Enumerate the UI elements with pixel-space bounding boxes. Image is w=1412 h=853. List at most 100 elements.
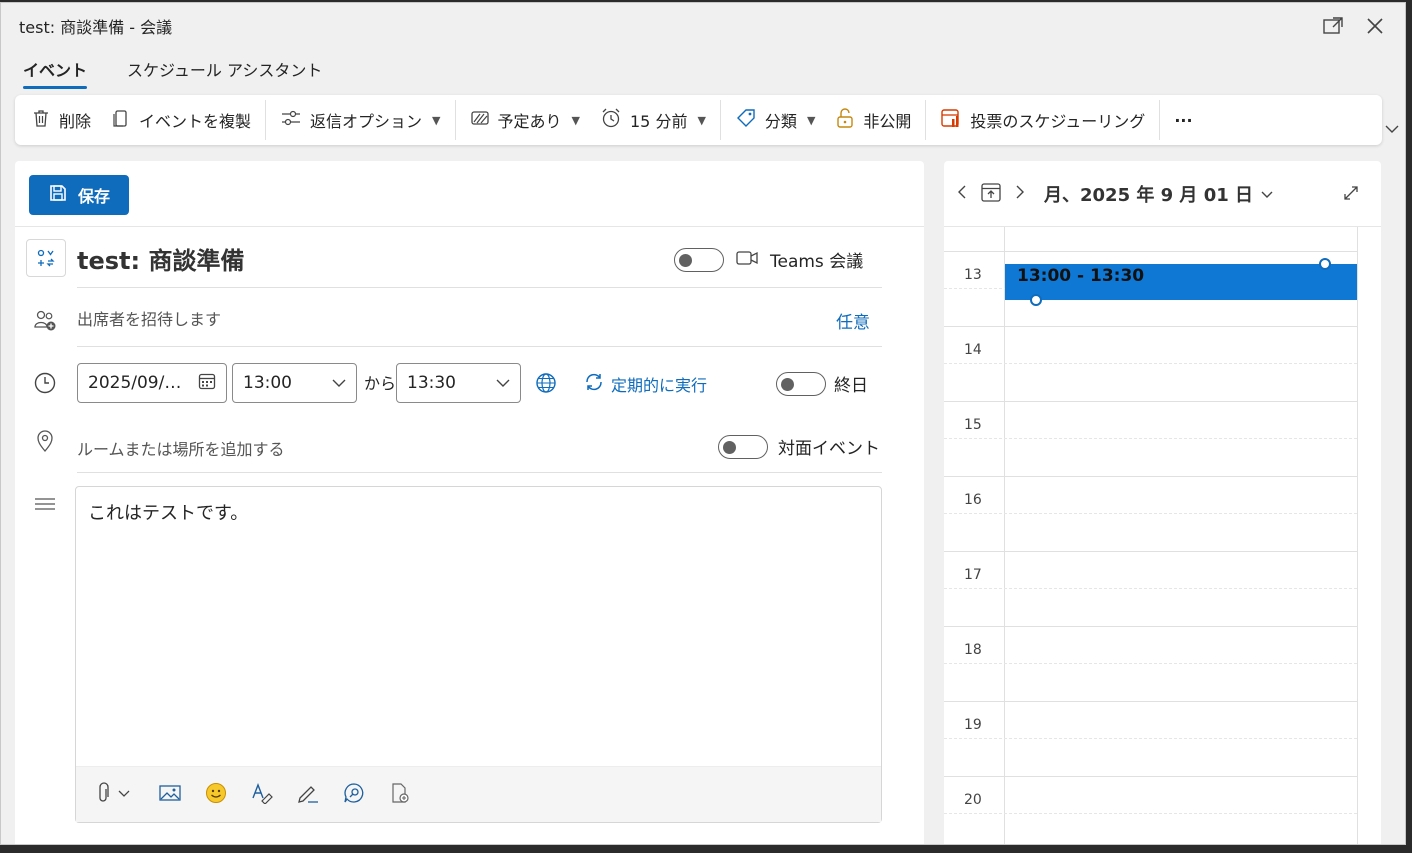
time-zone-globe-icon[interactable]	[535, 372, 557, 398]
tab-event[interactable]: イベント	[23, 57, 88, 89]
window-title: test: 商談準備 - 会議	[19, 18, 173, 37]
event-resize-handle-bottom[interactable]	[1030, 294, 1042, 306]
hour-line	[944, 776, 1357, 777]
reminder-dropdown[interactable]: 15 分前 ▼	[590, 102, 716, 138]
title-bar: test: 商談準備 - 会議	[1, 3, 1405, 49]
pen-signature-icon	[296, 782, 320, 808]
chevron-down-icon: ▼	[571, 113, 580, 127]
format-text-button[interactable]	[250, 782, 274, 807]
attendees-input[interactable]: 出席者を招待します	[77, 306, 221, 330]
calendar-icon	[198, 372, 216, 395]
half-hour-line	[944, 663, 1357, 664]
hour-line	[944, 476, 1357, 477]
loop-component-button[interactable]	[342, 782, 366, 807]
hour-label: 15	[964, 417, 982, 433]
duplicate-label: イベントを複製	[139, 112, 252, 131]
event-title-input[interactable]: test: 商談準備	[77, 241, 244, 276]
more-apps-button[interactable]	[388, 782, 412, 808]
next-day-chevron-icon[interactable]	[1014, 184, 1026, 204]
save-label: 保存	[77, 187, 110, 206]
half-hour-line	[944, 738, 1357, 739]
calendar-event-block[interactable]: 13:00 - 13:30	[1005, 264, 1357, 300]
chevron-down-icon: ▼	[697, 113, 706, 127]
calendar-date-picker[interactable]: 月、2025 年 9 月 01 日	[1044, 181, 1273, 207]
location-input[interactable]: ルームまたは場所を追加する	[77, 436, 285, 460]
duplicate-event-button[interactable]: イベントを複製	[101, 102, 261, 138]
all-day-toggle[interactable]	[776, 371, 826, 396]
body-text[interactable]: これはテストです。	[88, 499, 248, 525]
expand-icon[interactable]	[1343, 185, 1359, 205]
previous-day-chevron-icon[interactable]	[956, 184, 968, 204]
show-as-label: 予定あり	[497, 112, 562, 131]
calendar-date-label: 月、2025 年 9 月 01 日	[1044, 184, 1254, 206]
hour-line	[944, 701, 1357, 702]
document-add-icon	[390, 782, 410, 808]
grid-divider	[1004, 227, 1005, 844]
event-body-editor[interactable]: これはテストです。	[75, 486, 882, 823]
ribbon-divider	[454, 100, 456, 140]
event-resize-handle-top[interactable]	[1319, 258, 1331, 270]
insert-picture-button[interactable]	[158, 783, 182, 807]
ribbon-divider	[925, 100, 927, 140]
insert-emoji-button[interactable]	[204, 782, 228, 808]
private-button[interactable]: 非公開	[825, 102, 921, 138]
image-icon	[159, 784, 181, 806]
go-to-today-icon[interactable]	[980, 181, 1002, 207]
close-icon[interactable]	[1363, 14, 1387, 38]
more-options-button[interactable]: ···	[1164, 102, 1202, 138]
private-label: 非公開	[863, 112, 912, 131]
date-picker[interactable]: 2025/09/…	[77, 363, 227, 403]
chevron-down-icon	[496, 373, 510, 393]
tab-bar: イベント スケジュール アシスタント	[1, 49, 1405, 89]
event-time-label: 13:00 - 13:30	[1017, 266, 1145, 286]
optional-attendees-link[interactable]: 任意	[836, 308, 870, 333]
pop-out-icon[interactable]	[1321, 14, 1345, 38]
categorize-dropdown[interactable]: 分類 ▼	[725, 102, 825, 138]
calendar-header: 月、2025 年 9 月 01 日	[944, 161, 1381, 227]
ribbon-divider	[1159, 100, 1161, 140]
in-person-event-label: 対面イベント	[778, 439, 880, 459]
teams-meeting-toggle[interactable]	[674, 247, 724, 272]
time-grid[interactable]: 13 14 15 16 17 18 19 20 13:00 - 13:30	[944, 227, 1381, 844]
reminder-label: 15 分前	[630, 112, 688, 131]
hour-label: 17	[964, 567, 982, 583]
hour-line	[944, 401, 1357, 402]
attach-file-button[interactable]	[92, 781, 136, 807]
chevron-down-icon: ▼	[432, 113, 441, 127]
start-time-dropdown[interactable]: 13:00	[232, 363, 357, 403]
ribbon-divider	[265, 100, 267, 140]
tab-scheduling-assistant[interactable]: スケジュール アシスタント	[127, 57, 322, 89]
hour-label: 13	[964, 267, 982, 283]
signature-button[interactable]	[296, 783, 320, 807]
location-pin-icon	[33, 429, 57, 453]
divider	[77, 346, 882, 347]
show-as-dropdown[interactable]: 予定あり ▼	[460, 102, 590, 138]
response-options-label: 返信オプション	[310, 112, 423, 131]
hour-label: 14	[964, 342, 982, 358]
trash-icon	[31, 108, 51, 132]
hour-line	[944, 251, 1357, 252]
emoji-smile-icon	[205, 782, 227, 808]
end-time-value: 13:30	[407, 373, 456, 393]
scheduling-poll-button[interactable]: 投票のスケジューリング	[930, 102, 1155, 138]
chevron-down-icon	[332, 373, 346, 393]
recurrence-button[interactable]: 定期的に実行	[583, 371, 707, 397]
end-time-dropdown[interactable]: 13:30	[396, 363, 521, 403]
event-type-icon[interactable]	[26, 239, 66, 277]
grid-divider	[1357, 227, 1358, 844]
delete-button[interactable]: 削除	[21, 102, 101, 138]
half-hour-line	[944, 588, 1357, 589]
hour-label: 19	[964, 717, 982, 733]
busy-status-icon	[470, 109, 490, 131]
ribbon-expand-chevron-icon[interactable]	[1385, 123, 1399, 137]
recurrence-label: 定期的に実行	[611, 376, 708, 395]
alarm-clock-icon	[600, 107, 622, 133]
in-person-event-toggle[interactable]	[718, 434, 768, 459]
categorize-label: 分類	[764, 112, 797, 131]
response-options-button[interactable]: 返信オプション ▼	[270, 102, 450, 138]
teams-meeting-label: Teams 会議	[770, 252, 864, 272]
poll-calendar-icon	[940, 107, 962, 133]
body-format-toolbar	[76, 766, 881, 822]
save-button[interactable]: 保存	[29, 175, 129, 215]
chevron-down-icon: ▼	[806, 113, 816, 127]
